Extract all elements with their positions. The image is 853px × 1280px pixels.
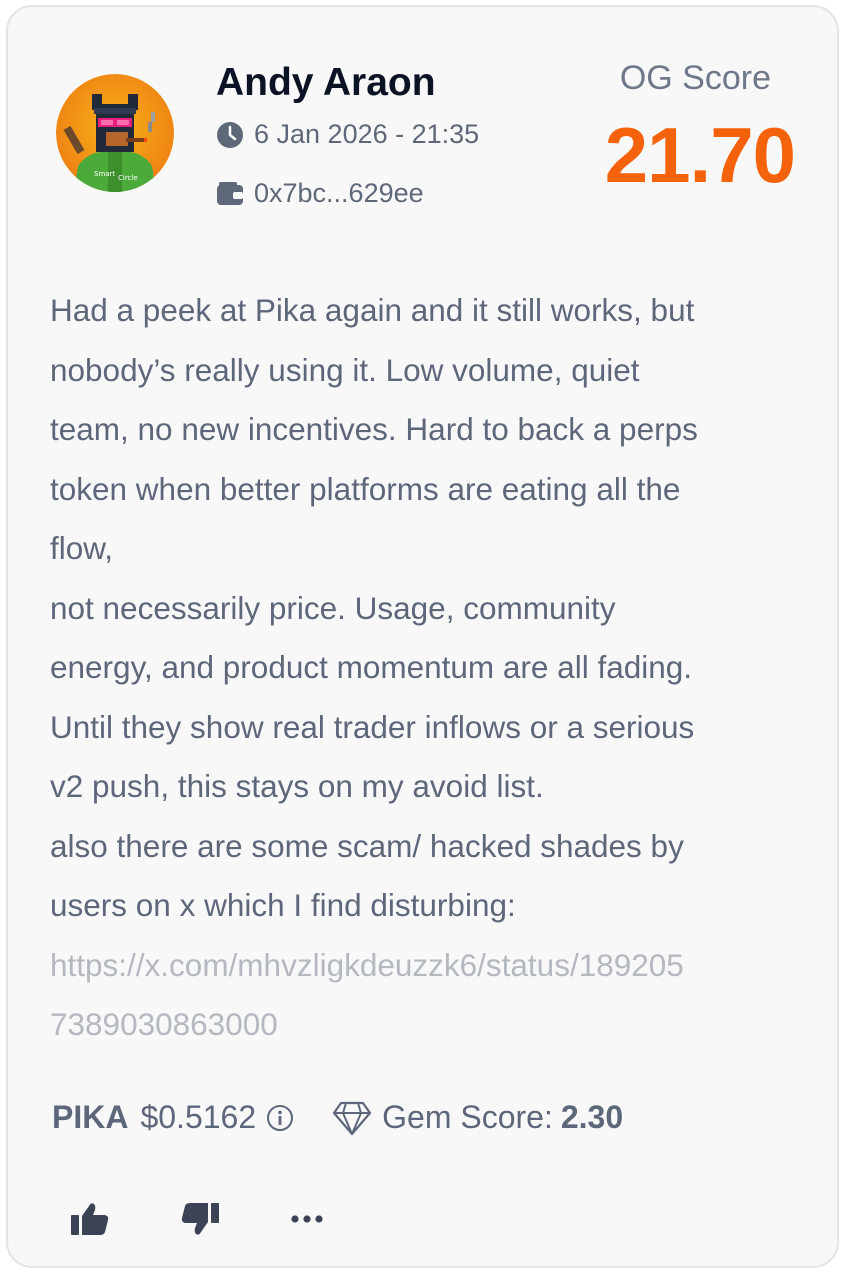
thumbs-down-icon (181, 1203, 219, 1235)
more-dots-icon (291, 1215, 323, 1223)
gem-score-value: 2.30 (560, 1099, 624, 1135)
post-body-line: flow, (50, 530, 114, 566)
svg-text:Circle: Circle (118, 174, 138, 182)
post-body-line: token when better platforms are eating a… (50, 470, 681, 507)
wallet-text: 0x7bc...629ee (254, 178, 424, 208)
post-timestamp: 6 Jan 2026 - 21:35 (216, 119, 479, 150)
post-body-line: nobody’s really using it. Low volume, qu… (50, 351, 640, 388)
og-score-label: OG Score (619, 59, 771, 97)
post-link-continued[interactable]: 7389030863000 (50, 995, 810, 1055)
post-actions (70, 1201, 324, 1237)
avatar[interactable]: Smart Circle (56, 74, 174, 192)
post-body-line: v2 push, this stays on my avoid list. (50, 768, 544, 804)
token-symbol[interactable]: PIKA (52, 1099, 128, 1136)
post-body-line: not necessarily price. Usage, community (50, 589, 616, 626)
wallet-address[interactable]: 0x7bc...629ee (216, 178, 424, 209)
pixel-dog-avatar-icon: Smart Circle (56, 74, 174, 192)
more-button[interactable] (290, 1213, 324, 1225)
post-body-line: Had a peek at Pika again and it still wo… (50, 292, 695, 328)
gem-score-label: Gem Score: (382, 1099, 553, 1135)
thumbs-up-icon (71, 1203, 109, 1235)
token-info-row: PIKA $0.5162 Gem Score: 2.30 (52, 1099, 623, 1136)
info-icon[interactable] (266, 1104, 294, 1132)
post-body: Had a peek at Pika again and it still wo… (50, 281, 810, 1055)
like-button[interactable] (70, 1201, 110, 1237)
post-body-line: users on x which I find disturbing: (50, 887, 516, 923)
post-body-line: team, no new incentives. Hard to back a … (50, 411, 698, 447)
diamond-icon (332, 1100, 372, 1136)
post-body-line: also there are some scam/ hacked shades … (50, 827, 684, 864)
post-link[interactable]: https://x.com/mhvzligkdeuzzk6/status/189… (50, 936, 810, 996)
timestamp-text: 6 Jan 2026 - 21:35 (254, 119, 480, 149)
wallet-icon (216, 181, 244, 207)
og-score-value: 21.70 (604, 111, 796, 199)
token-price: $0.5162 (140, 1099, 257, 1135)
author-name[interactable]: Andy Araon (216, 61, 436, 105)
avatar-caption: Smart (94, 170, 115, 178)
post-body-line: Until they show real trader inflows or a… (50, 708, 695, 745)
post-card: Smart Circle Andy Araon 6 Jan 2026 - 21:… (6, 5, 839, 1268)
clock-icon (216, 121, 244, 149)
dislike-button[interactable] (180, 1201, 220, 1237)
post-body-line: energy, and product momentum are all fad… (50, 649, 693, 685)
